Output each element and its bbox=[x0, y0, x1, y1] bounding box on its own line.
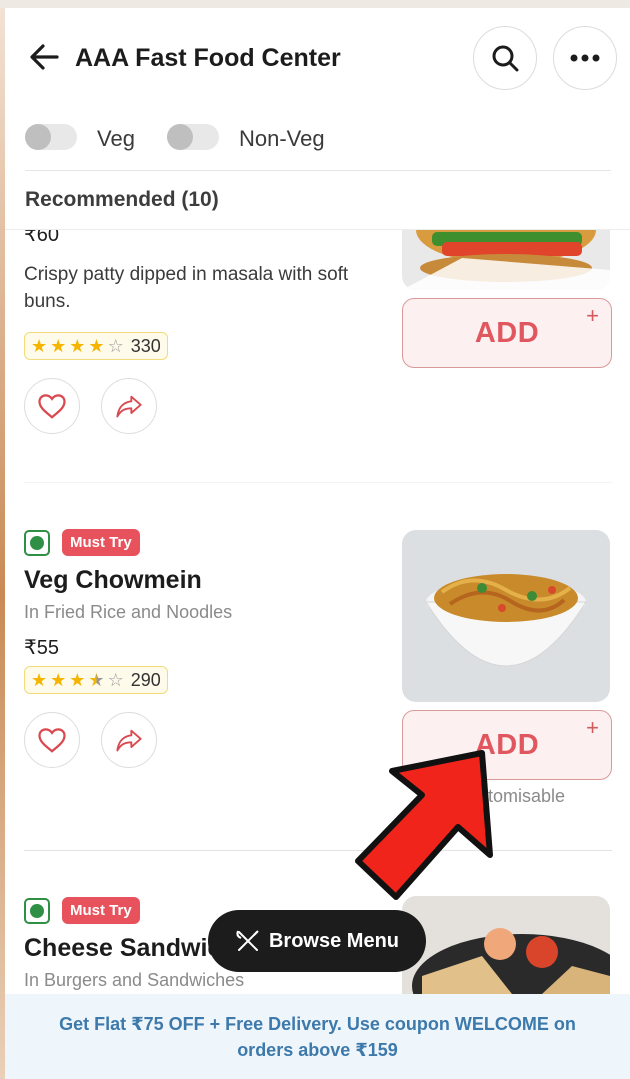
more-options-button[interactable] bbox=[553, 26, 617, 90]
heart-icon bbox=[38, 394, 66, 419]
nonveg-toggle[interactable] bbox=[167, 124, 219, 150]
dish-name[interactable]: Cheese Sandwich bbox=[24, 934, 237, 963]
share-button[interactable] bbox=[101, 378, 157, 434]
search-icon bbox=[492, 45, 519, 72]
nonveg-toggle-label: Non-Veg bbox=[239, 126, 325, 151]
header-divider bbox=[25, 170, 611, 171]
star-icon: ★ bbox=[31, 670, 48, 690]
plus-icon: + bbox=[586, 715, 599, 740]
dish-category: In Fried Rice and Noodles bbox=[24, 602, 233, 622]
pointer-arrow-icon bbox=[355, 750, 493, 900]
more-horizontal-icon bbox=[570, 54, 600, 62]
share-icon bbox=[116, 729, 142, 752]
veg-toggle[interactable] bbox=[25, 124, 77, 150]
veg-indicator-icon bbox=[24, 898, 50, 924]
item-divider bbox=[24, 482, 612, 483]
search-button[interactable] bbox=[473, 26, 537, 90]
veg-toggle-label: Veg bbox=[97, 126, 135, 151]
add-label: ADD bbox=[474, 316, 540, 349]
star-icon: ★ bbox=[50, 336, 67, 356]
rating-count: 330 bbox=[130, 335, 161, 356]
browse-menu-label: Browse Menu bbox=[268, 929, 400, 952]
star-half-icon: ★ bbox=[88, 670, 105, 690]
favorite-button[interactable] bbox=[24, 378, 80, 434]
must-try-badge: Must Try bbox=[62, 529, 140, 556]
rating-count: 290 bbox=[130, 669, 161, 690]
back-arrow-icon[interactable] bbox=[25, 38, 63, 76]
item-divider bbox=[24, 850, 612, 851]
coupon-banner[interactable]: Get Flat ₹75 OFF + Free Delivery. Use co… bbox=[5, 994, 630, 1079]
share-button[interactable] bbox=[101, 712, 157, 768]
dish-category: In Burgers and Sandwiches bbox=[24, 970, 245, 990]
dish-image-chowmein[interactable] bbox=[402, 530, 610, 702]
dish-image-sandwich[interactable] bbox=[402, 896, 610, 994]
star-empty-icon: ☆ bbox=[107, 670, 124, 690]
star-empty-icon: ☆ bbox=[107, 336, 124, 356]
fork-knife-icon bbox=[236, 930, 259, 951]
star-icon: ★ bbox=[31, 336, 48, 356]
coupon-text: Get Flat ₹75 OFF + Free Delivery. Use co… bbox=[59, 1013, 576, 1060]
star-icon: ★ bbox=[69, 670, 86, 690]
dish-description: Crispy patty dipped in masala with soft … bbox=[24, 264, 349, 312]
must-try-badge: Must Try bbox=[62, 897, 140, 924]
star-icon: ★ bbox=[88, 336, 105, 356]
share-icon bbox=[116, 395, 142, 418]
page-title: AAA Fast Food Center bbox=[75, 44, 341, 72]
star-icon: ★ bbox=[69, 336, 86, 356]
dish-rating: ★ ★ ★ ★ ☆ 330 bbox=[24, 332, 168, 360]
section-title: Recommended (10) bbox=[25, 188, 219, 211]
favorite-button[interactable] bbox=[24, 712, 80, 768]
dish-name[interactable]: Veg Chowmein bbox=[24, 566, 202, 595]
app-header: AAA Fast Food Center Veg Non-Veg Recomme… bbox=[5, 8, 630, 230]
plus-icon: + bbox=[586, 303, 599, 328]
browse-menu-button[interactable]: Browse Menu bbox=[208, 910, 426, 972]
add-button[interactable]: ADD + bbox=[402, 298, 612, 368]
heart-icon bbox=[38, 728, 66, 753]
star-icon: ★ bbox=[50, 670, 67, 690]
dish-rating: ★ ★ ★ ★ ☆ 290 bbox=[24, 666, 168, 694]
dish-price: ₹55 bbox=[24, 637, 59, 659]
veg-indicator-icon bbox=[24, 530, 50, 556]
